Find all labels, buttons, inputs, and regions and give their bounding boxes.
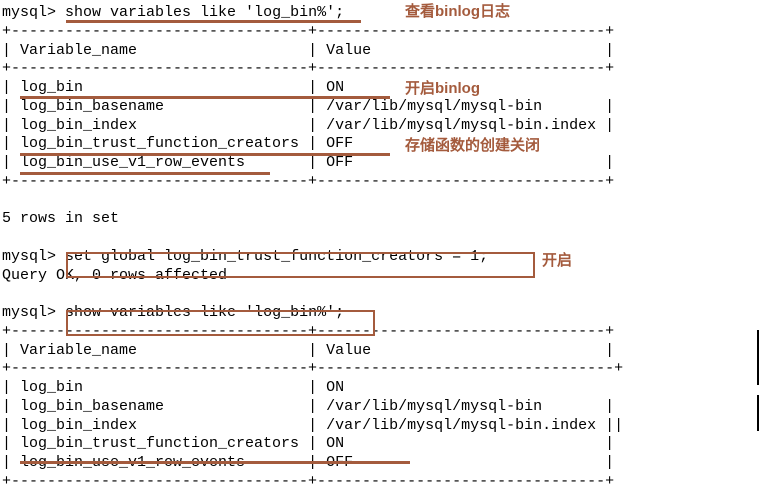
row-name: log_bin_use_v1_row_events: [20, 454, 245, 471]
table-sep: +---------------------------------+-----…: [2, 173, 614, 190]
sql-command-2: set global log_bin_trust_function_creato…: [65, 248, 488, 265]
row-value: /var/lib/mysql/mysql-bin.index: [326, 117, 596, 134]
row-name: log_bin_index: [20, 417, 137, 434]
terminal-output: mysql> show variables like 'log_bin%'; +…: [2, 4, 766, 492]
row-value: OFF: [326, 154, 353, 171]
result-count: 5 rows in set: [2, 210, 119, 227]
row-value: ON: [326, 435, 344, 452]
row-name: log_bin_use_v1_row_events: [20, 154, 245, 171]
col-header-name: Variable_name: [20, 342, 137, 359]
table-sep: +---------------------------------+-----…: [2, 360, 623, 377]
row-name: log_bin_trust_function_creators: [20, 435, 299, 452]
table-sep: +---------------------------------+-----…: [2, 323, 614, 340]
row-name: log_bin: [20, 379, 83, 396]
row-value: OFF: [326, 135, 353, 152]
row-value: /var/lib/mysql/mysql-bin: [326, 398, 542, 415]
col-header-value: Value: [326, 42, 371, 59]
row-value: /var/lib/mysql/mysql-bin.index: [326, 417, 596, 434]
query-ok: Query OK, 0 rows affected: [2, 267, 227, 284]
row-value: ON: [326, 379, 344, 396]
row-value: ON: [326, 79, 344, 96]
col-header-name: Variable_name: [20, 42, 137, 59]
row-name: log_bin_basename: [20, 98, 164, 115]
table-sep: +---------------------------------+-----…: [2, 60, 614, 77]
row-value: OFF: [326, 454, 353, 471]
table-sep: +---------------------------------+-----…: [2, 473, 614, 490]
table-sep: +---------------------------------+-----…: [2, 23, 614, 40]
prompt: mysql> show variables like 'log_bin%';: [2, 4, 344, 21]
row-name: log_bin_basename: [20, 398, 164, 415]
prompt: mysql> set global log_bin_trust_function…: [2, 248, 488, 265]
row-value: /var/lib/mysql/mysql-bin: [326, 98, 542, 115]
row-name: log_bin_trust_function_creators: [20, 135, 299, 152]
sql-command-3: show variables like 'log_bin%';: [65, 304, 344, 321]
row-name: log_bin_index: [20, 117, 137, 134]
col-header-value: Value: [326, 342, 371, 359]
row-name: log_bin: [20, 79, 83, 96]
prompt: mysql> show variables like 'log_bin%';: [2, 304, 344, 321]
sql-command-1: show variables like 'log_bin%';: [65, 4, 344, 21]
